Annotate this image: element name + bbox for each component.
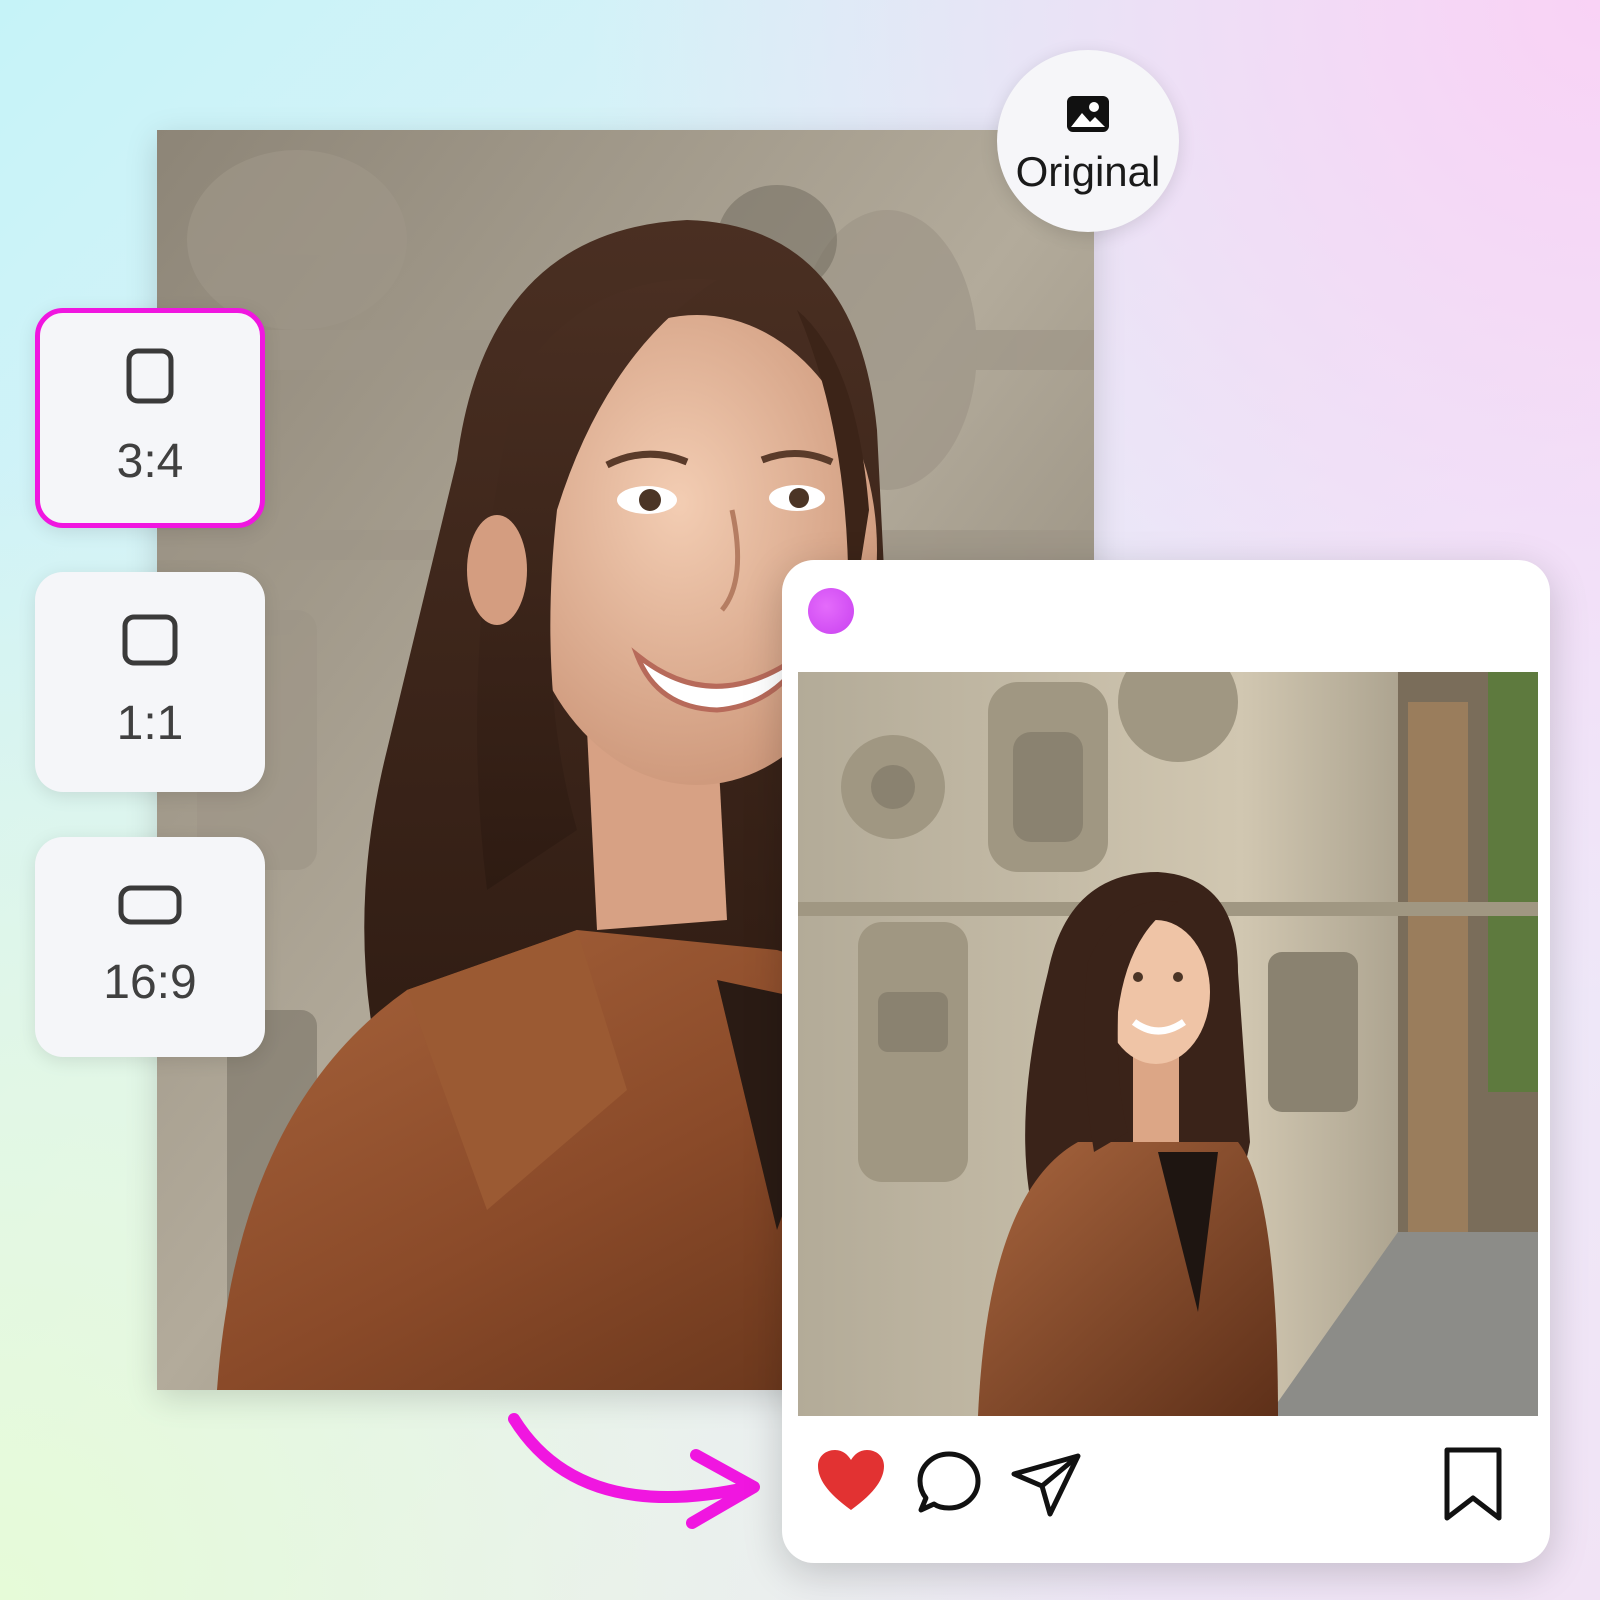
heart-icon[interactable] [816, 1448, 886, 1516]
original-label: Original [1015, 148, 1161, 195]
original-ratio-button[interactable]: Original [997, 50, 1179, 232]
square-frame-icon [122, 614, 178, 670]
share-icon[interactable] [1010, 1452, 1082, 1522]
ratio-3-4-button[interactable]: 3:4 [35, 308, 265, 528]
image-icon [1065, 94, 1111, 138]
ratio-1-1-label: 1:1 [116, 696, 184, 750]
avatar [808, 588, 854, 634]
comment-icon[interactable] [916, 1450, 982, 1518]
bookmark-icon[interactable] [1442, 1446, 1504, 1526]
social-post-preview [782, 560, 1550, 1563]
ratio-16-9-button[interactable]: 16:9 [35, 837, 265, 1057]
landscape-frame-icon [118, 885, 182, 929]
cropped-photo [798, 672, 1538, 1416]
ratio-1-1-button[interactable]: 1:1 [35, 572, 265, 792]
ratio-16-9-label: 16:9 [103, 955, 197, 1009]
portrait-frame-icon [126, 348, 174, 408]
ratio-3-4-label: 3:4 [116, 434, 184, 488]
transform-arrow-icon [500, 1405, 780, 1549]
